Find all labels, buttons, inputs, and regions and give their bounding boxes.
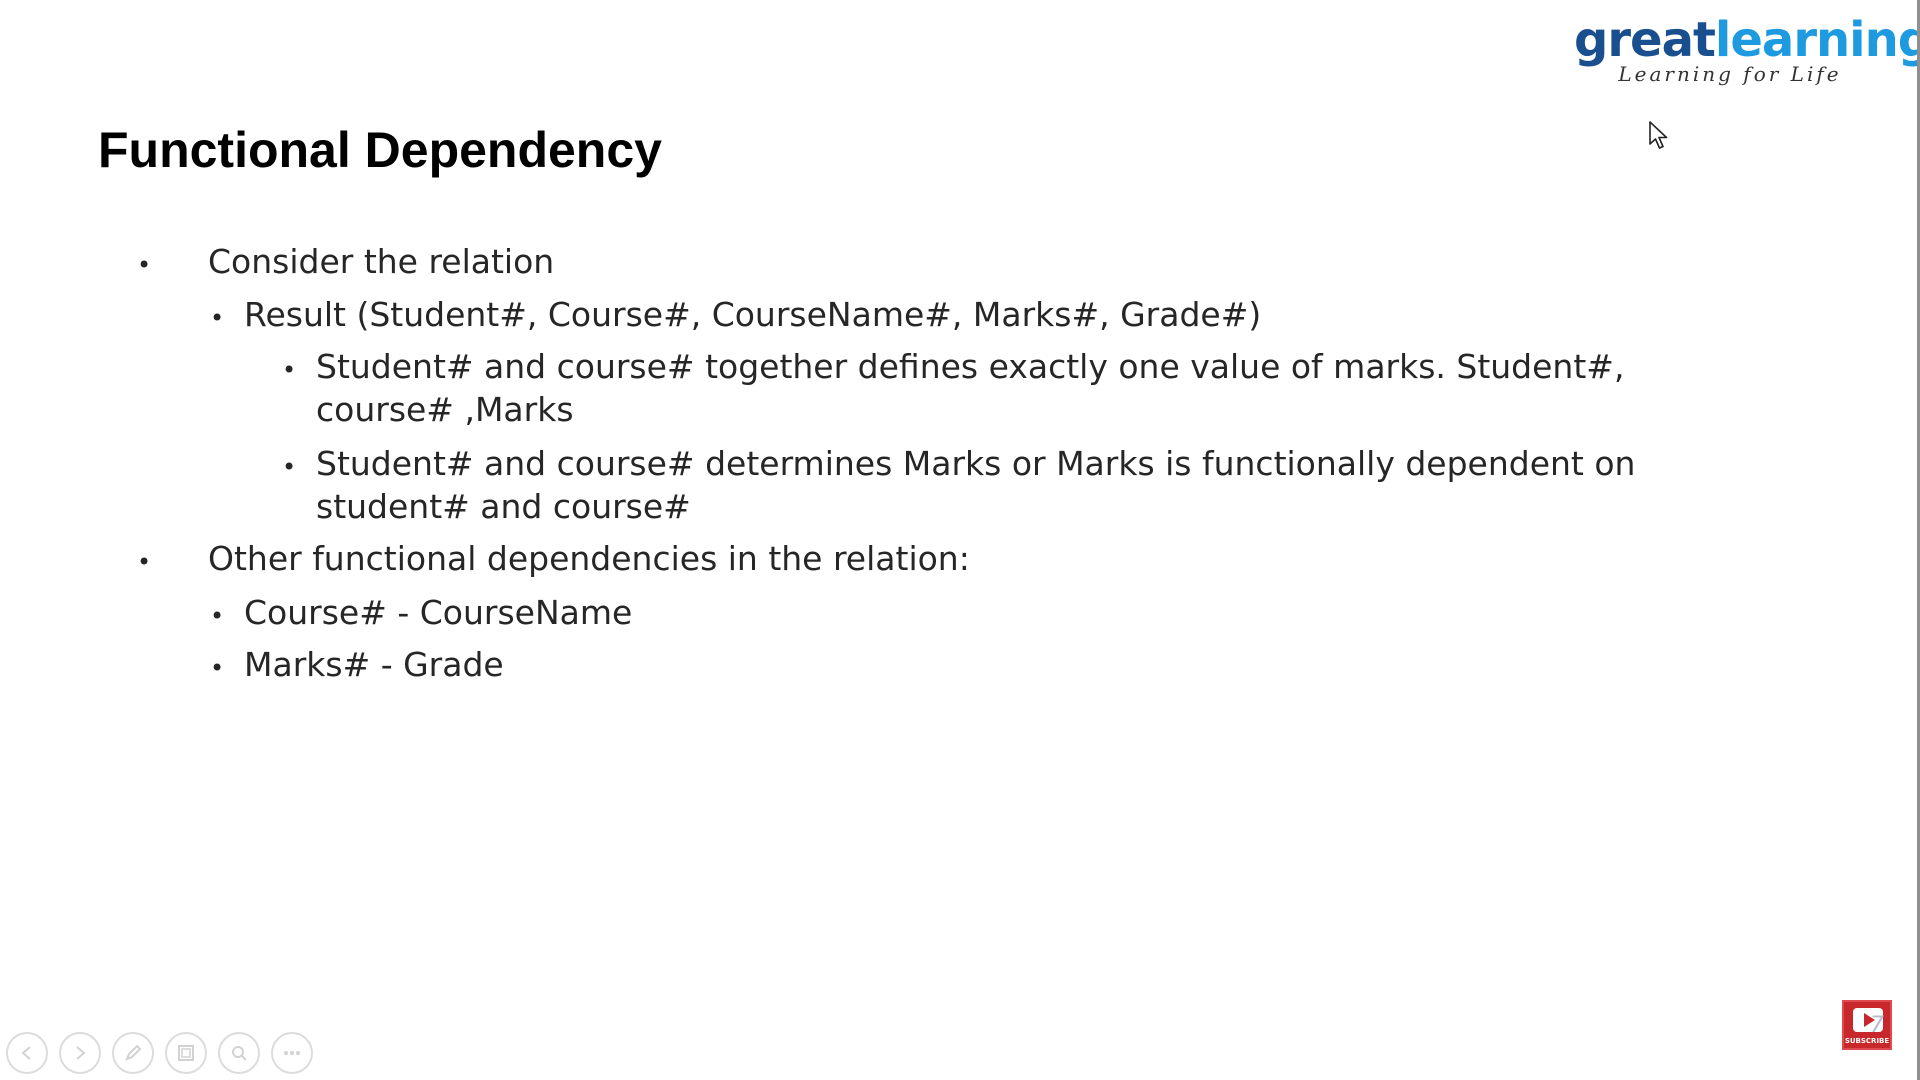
bullet-text: Other functional dependencies in the rel… xyxy=(208,539,970,578)
slide-title: Functional Dependency xyxy=(98,122,662,178)
more-icon xyxy=(284,1051,300,1055)
logo-tagline: Learning for Life xyxy=(1618,62,1842,86)
slides-icon xyxy=(178,1045,194,1061)
subscribe-button[interactable]: SUBSCRIBE xyxy=(1842,1000,1892,1050)
bullet-dot-icon: • xyxy=(210,304,225,332)
bullet-dot-icon: • xyxy=(282,356,297,384)
greatlearning-logo: greatlearning Learning for Life xyxy=(1574,12,1920,86)
next-icon xyxy=(76,1046,86,1060)
bullet-text: Course# - CourseName xyxy=(244,593,633,632)
bullet-text: Student# and course# together defines ex… xyxy=(316,347,1625,429)
bullet-text: Result (Student#, Course#, CourseName#, … xyxy=(244,295,1262,334)
bullet-dot-icon: • xyxy=(210,654,225,682)
mouse-cursor-icon xyxy=(1649,121,1668,149)
more-options-button[interactable] xyxy=(271,1032,313,1074)
subscribe-label: SUBSCRIBE xyxy=(1844,1037,1890,1045)
pen-icon xyxy=(125,1044,142,1061)
zoom-button[interactable] xyxy=(218,1032,260,1074)
bullet-dot-icon: • xyxy=(137,548,152,576)
logo-word-great: great xyxy=(1574,12,1716,68)
bullet-dot-icon: • xyxy=(210,602,225,630)
logo-word-learning: learning xyxy=(1714,12,1920,68)
pen-tool-button[interactable] xyxy=(112,1032,154,1074)
bullet-text: Marks# - Grade xyxy=(244,645,504,684)
next-slide-button[interactable] xyxy=(59,1032,101,1074)
previous-slide-button[interactable] xyxy=(6,1032,48,1074)
bullet-dot-icon: • xyxy=(137,251,152,279)
previous-icon xyxy=(21,1046,31,1060)
presenter-toolbar xyxy=(6,1032,313,1074)
logo-wordmark: greatlearning xyxy=(1574,12,1920,68)
zoom-icon xyxy=(232,1046,247,1061)
bullet-text: Consider the relation xyxy=(208,242,555,281)
slide-number: 7 xyxy=(1870,1013,1884,1038)
bullet-text: Student# and course# determines Marks or… xyxy=(316,444,1636,526)
slide: greatlearning Learning for Life Function… xyxy=(0,0,1920,1080)
see-all-slides-button[interactable] xyxy=(165,1032,207,1074)
bullet-dot-icon: • xyxy=(282,453,297,481)
